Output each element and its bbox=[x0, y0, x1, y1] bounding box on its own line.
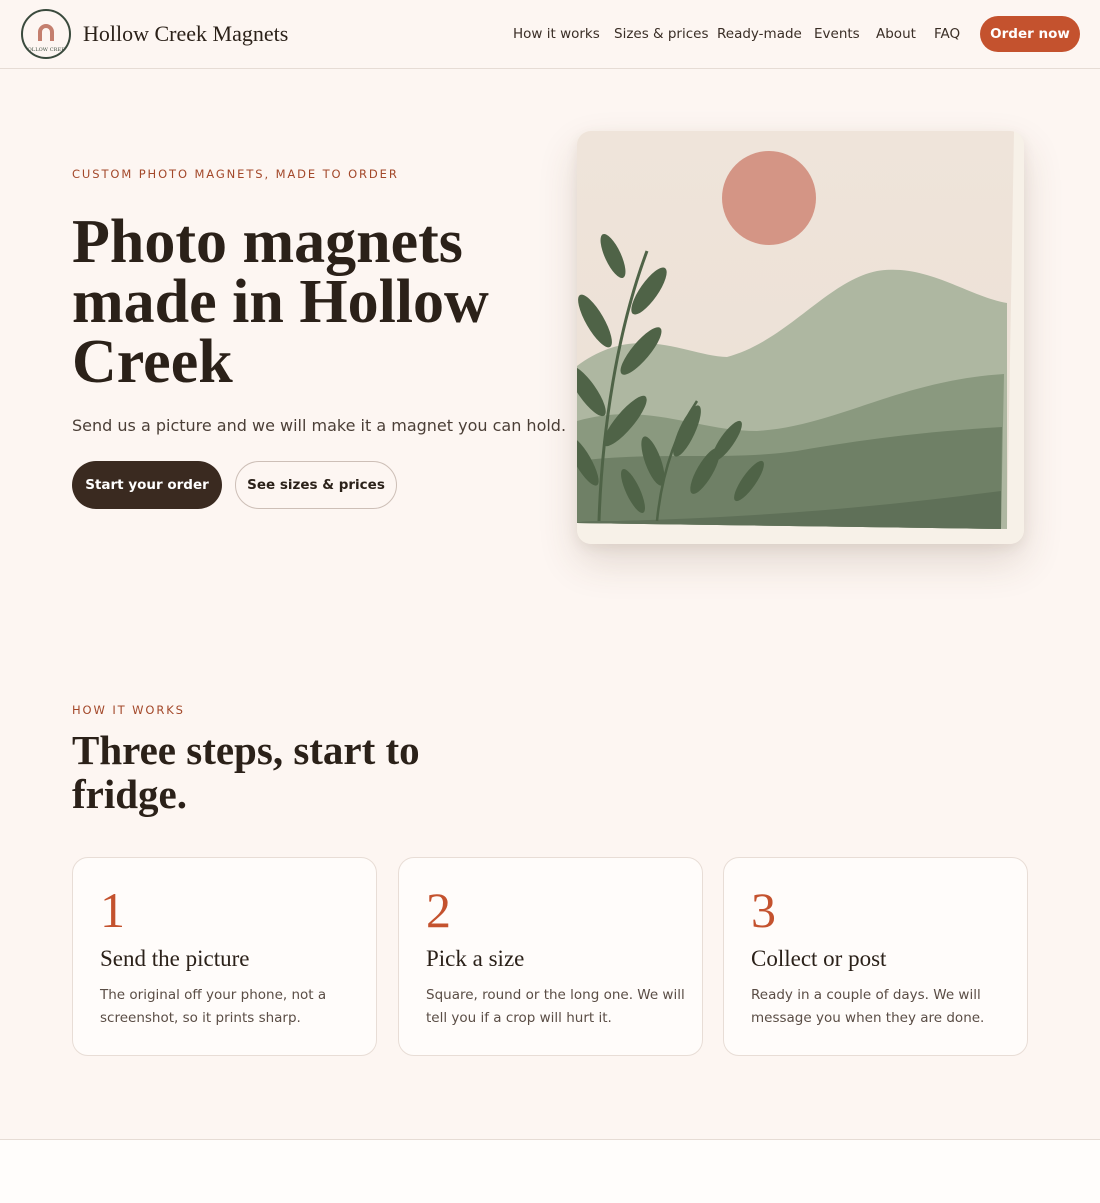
nav-ready-made[interactable]: Ready-made bbox=[717, 26, 802, 42]
step-title: Pick a size bbox=[426, 946, 525, 971]
step-number: 3 bbox=[751, 882, 776, 938]
step-title: Send the picture bbox=[100, 946, 250, 971]
step-text: The original off your phone, not a scree… bbox=[100, 987, 327, 1026]
step-text: Ready in a couple of days. We will messa… bbox=[751, 987, 985, 1026]
step-card: 3 Collect or post Ready in a couple of d… bbox=[723, 857, 1028, 1056]
section-divider bbox=[0, 1139, 1100, 1203]
landscape-illustration bbox=[577, 131, 1024, 544]
nav-about[interactable]: About bbox=[876, 26, 916, 42]
hero-eyebrow: CUSTOM PHOTO MAGNETS, MADE TO ORDER bbox=[72, 167, 399, 181]
nav-faq[interactable]: FAQ bbox=[934, 26, 960, 42]
step-card: 1 Send the picture The original off your… bbox=[72, 857, 377, 1056]
order-now-button[interactable]: Order now bbox=[980, 16, 1080, 52]
hero-subtitle: Send us a picture and we will make it a … bbox=[72, 416, 567, 435]
brand-name[interactable]: Hollow Creek Magnets bbox=[83, 21, 288, 47]
nav-events[interactable]: Events bbox=[814, 26, 860, 42]
see-sizes-button[interactable]: See sizes & prices bbox=[235, 461, 397, 509]
step-title: Collect or post bbox=[751, 946, 887, 971]
logo-wordmark: HOLLOW CREEK bbox=[23, 47, 69, 53]
hero-magnet-image bbox=[577, 131, 1024, 544]
step-number: 1 bbox=[100, 882, 125, 938]
step-number: 2 bbox=[426, 882, 451, 938]
how-title: Three steps, start to fridge. bbox=[72, 727, 420, 817]
hero-title: Photo magnets made in Hollow Creek bbox=[72, 208, 489, 396]
step-text: Square, round or the long one. We will t… bbox=[426, 987, 685, 1026]
nav-how-it-works[interactable]: How it works bbox=[513, 26, 600, 42]
brand-logo[interactable]: HOLLOW CREEK bbox=[21, 9, 71, 59]
start-order-button[interactable]: Start your order bbox=[72, 461, 222, 509]
site-header: HOLLOW CREEK Hollow Creek Magnets How it… bbox=[0, 0, 1100, 69]
nav-sizes-prices[interactable]: Sizes & prices bbox=[614, 26, 709, 42]
how-eyebrow: HOW IT WORKS bbox=[72, 703, 185, 717]
step-card: 2 Pick a size Square, round or the long … bbox=[398, 857, 703, 1056]
